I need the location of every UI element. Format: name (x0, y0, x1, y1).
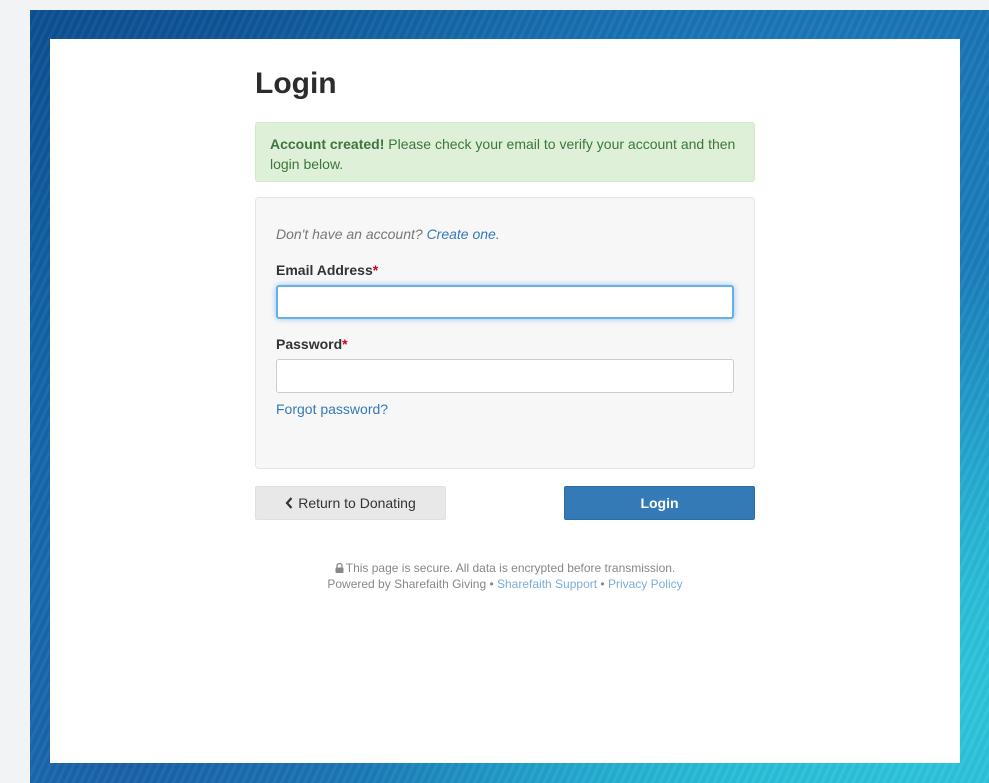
powered-by-text: Powered by Sharefaith Giving (327, 577, 487, 591)
page-title: Login (255, 67, 337, 100)
alert-strong: Account created! (270, 136, 385, 152)
email-field[interactable] (276, 285, 734, 319)
success-alert: Account created! Please check your email… (255, 122, 755, 182)
login-form-panel: Don't have an account? Create one. Email… (255, 197, 755, 469)
no-account-label: Don't have an account? (276, 226, 427, 242)
secure-notice: This page is secure. All data is encrypt… (255, 560, 755, 576)
forgot-password-link[interactable]: Forgot password? (276, 401, 388, 417)
create-account-link[interactable]: Create one. (427, 226, 500, 242)
powered-by-line: Powered by Sharefaith Giving • Sharefait… (255, 576, 755, 592)
no-account-text: Don't have an account? Create one. (276, 226, 500, 242)
footer: This page is secure. All data is encrypt… (255, 560, 755, 592)
login-button-label: Login (640, 495, 679, 511)
support-link[interactable]: Sharefaith Support (497, 577, 597, 591)
return-button-label: Return to Donating (298, 495, 416, 511)
password-field[interactable] (276, 359, 734, 393)
email-label-text: Email Address (276, 262, 373, 278)
required-marker: * (342, 336, 348, 352)
email-label: Email Address* (276, 262, 378, 278)
chevron-left-icon (285, 497, 293, 509)
lock-icon (335, 563, 344, 573)
login-card: Login Account created! Please check your… (50, 39, 960, 763)
login-button[interactable]: Login (564, 486, 755, 520)
footer-separator: • (597, 577, 608, 591)
secure-text: This page is secure. All data is encrypt… (345, 561, 676, 575)
privacy-policy-link[interactable]: Privacy Policy (608, 577, 683, 591)
password-label: Password* (276, 336, 348, 352)
return-to-donating-button[interactable]: Return to Donating (255, 486, 446, 520)
password-label-text: Password (276, 336, 343, 352)
required-marker: * (372, 262, 379, 278)
footer-separator: • (486, 577, 497, 591)
